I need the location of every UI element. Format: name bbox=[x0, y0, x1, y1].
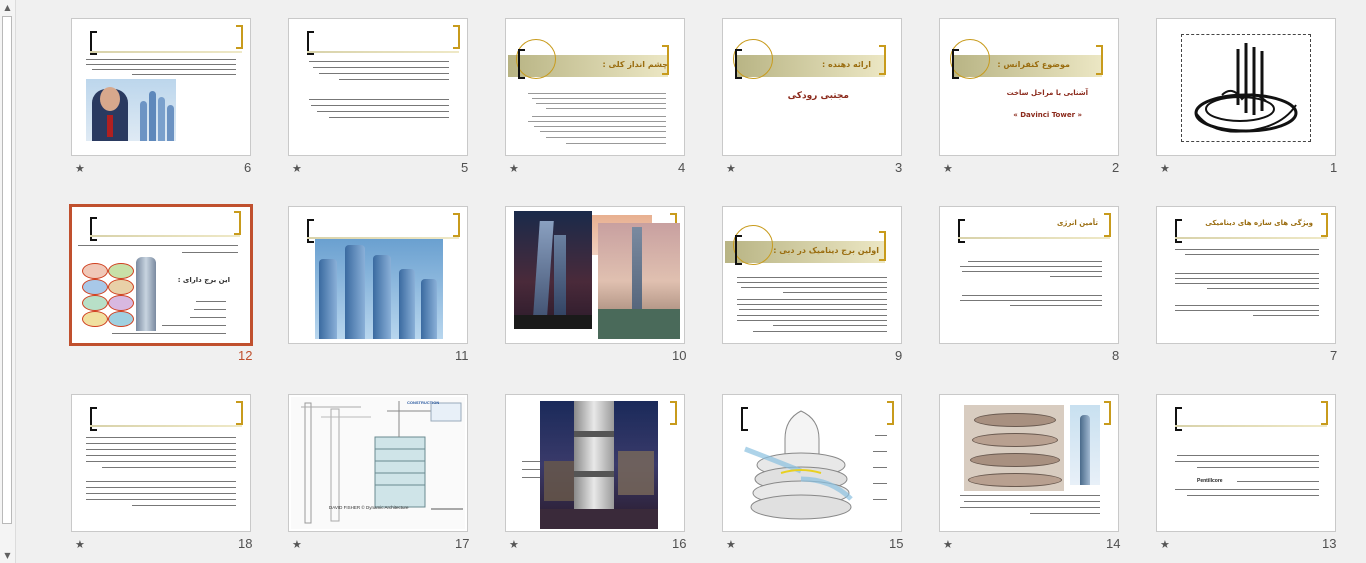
slide-subtitle: آشنایی با مراحل ساخت bbox=[1006, 89, 1088, 97]
slide-number: 12 bbox=[238, 348, 253, 363]
slide-thumbnail-11[interactable] bbox=[288, 206, 468, 344]
slide-number: 17 bbox=[455, 536, 470, 551]
slide-thumbnail-15[interactable] bbox=[722, 394, 902, 532]
slide-number: 2 bbox=[1112, 160, 1120, 175]
slide-thumbnail-17[interactable]: CONSTRUCTION DAVID FISHER © Dynamic Arch… bbox=[288, 394, 468, 532]
tower-photo bbox=[1070, 405, 1100, 485]
slide-thumbnail-9[interactable]: اولین برج دینامیک در دبی : bbox=[722, 206, 902, 344]
slide-thumbnail-12[interactable]: این برج دارای : bbox=[69, 204, 253, 346]
floor-plans-image bbox=[80, 257, 136, 333]
slide-title: موضوع کنفرانس : bbox=[997, 60, 1070, 69]
slide-thumbnail-18[interactable] bbox=[71, 394, 251, 532]
vertical-scrollbar[interactable]: ▲ ▼ bbox=[0, 0, 16, 563]
airflow-diagram bbox=[741, 409, 861, 525]
slide-title: چشم انداز کلی : bbox=[602, 60, 668, 69]
slide-number: 10 bbox=[672, 348, 687, 363]
slide-thumbnail-14[interactable] bbox=[939, 394, 1119, 532]
architect-photo bbox=[86, 79, 176, 141]
slide-thumbnail-3[interactable]: ارائه دهنده : مجتبی رودکی bbox=[722, 18, 902, 156]
star-icon[interactable]: ★ bbox=[1160, 538, 1170, 551]
rotating-floors-render bbox=[964, 405, 1064, 491]
slide-number: 4 bbox=[678, 160, 686, 175]
tower-name: « Davinci Tower » bbox=[1013, 111, 1082, 119]
slide-title: ویژگی های سازه های دینامیکی bbox=[1205, 219, 1313, 227]
slide-number: 6 bbox=[244, 160, 252, 175]
slide-number: 3 bbox=[895, 160, 903, 175]
star-icon[interactable]: ★ bbox=[1160, 162, 1170, 175]
slide-number: 13 bbox=[1322, 536, 1337, 551]
slide-title: اولین برج دینامیک در دبی : bbox=[773, 246, 879, 255]
star-icon[interactable]: ★ bbox=[292, 162, 302, 175]
slide-thumbnail-7[interactable]: ویژگی های سازه های دینامیکی bbox=[1156, 206, 1336, 344]
slide-number: 8 bbox=[1112, 348, 1120, 363]
star-icon[interactable]: ★ bbox=[509, 538, 519, 551]
construction-render bbox=[540, 401, 658, 529]
tower-night-photo bbox=[514, 211, 592, 329]
star-icon[interactable]: ★ bbox=[726, 538, 736, 551]
slide-number: 9 bbox=[895, 348, 903, 363]
star-icon[interactable]: ★ bbox=[292, 538, 302, 551]
slide-thumbnail-10[interactable] bbox=[505, 206, 685, 344]
scroll-thumb[interactable] bbox=[2, 16, 12, 524]
slide-number: 15 bbox=[889, 536, 904, 551]
calligraphy-image bbox=[1181, 34, 1311, 142]
drawing-header: CONSTRUCTION bbox=[407, 400, 440, 405]
presenter-name: مجتبی رودکی bbox=[787, 91, 849, 101]
star-icon[interactable]: ★ bbox=[943, 538, 953, 551]
slide-thumbnail-16[interactable] bbox=[505, 394, 685, 532]
scroll-down-icon[interactable]: ▼ bbox=[0, 548, 15, 563]
latin-word: Pentillcore bbox=[1197, 478, 1223, 484]
slide-thumbnail-5[interactable] bbox=[288, 18, 468, 156]
slide-thumbnail-13[interactable]: Pentillcore bbox=[1156, 394, 1336, 532]
slide-thumbnail-8[interactable]: تأمین انرژی bbox=[939, 206, 1119, 344]
slide-thumbnail-2[interactable]: موضوع کنفرانس : آشنایی با مراحل ساخت « D… bbox=[939, 18, 1119, 156]
star-icon[interactable]: ★ bbox=[75, 538, 85, 551]
star-icon[interactable]: ★ bbox=[509, 162, 519, 175]
slide-thumbnail-1[interactable] bbox=[1156, 18, 1336, 156]
dynamic-towers-render bbox=[315, 239, 443, 339]
slide-thumbnail-4[interactable]: چشم انداز کلی : bbox=[505, 18, 685, 156]
presenter-label: ارائه دهنده : bbox=[822, 60, 871, 69]
tower-section-image bbox=[136, 257, 156, 331]
slide-number: 7 bbox=[1330, 348, 1338, 363]
slide-number: 5 bbox=[461, 160, 469, 175]
slide-number: 16 bbox=[672, 536, 687, 551]
slide-thumbnail-6[interactable] bbox=[71, 18, 251, 156]
slide-number: 1 bbox=[1330, 160, 1338, 175]
star-icon[interactable]: ★ bbox=[943, 162, 953, 175]
slide-heading: این برج دارای : bbox=[177, 277, 230, 284]
drawing-caption: DAVID FISHER © Dynamic Architecture bbox=[329, 505, 409, 510]
slide-number: 14 bbox=[1106, 536, 1121, 551]
tower-day-photo bbox=[598, 223, 680, 339]
slide-number: 18 bbox=[238, 536, 253, 551]
slide-title: تأمین انرژی bbox=[1056, 219, 1098, 227]
slide-number: 11 bbox=[455, 348, 469, 363]
scroll-up-icon[interactable]: ▲ bbox=[0, 0, 15, 15]
star-icon[interactable]: ★ bbox=[75, 162, 85, 175]
star-icon[interactable]: ★ bbox=[726, 162, 736, 175]
